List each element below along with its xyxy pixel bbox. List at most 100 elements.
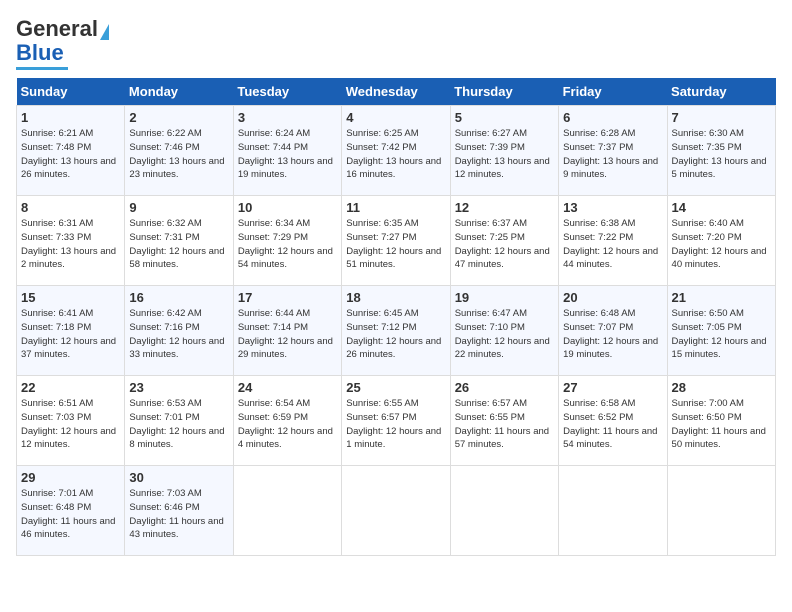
calendar-cell-9: 9 Sunrise: 6:32 AMSunset: 7:31 PMDaylight… [125,196,233,286]
day-detail: Sunrise: 6:47 AMSunset: 7:10 PMDaylight:… [455,307,554,362]
calendar-cell-13: 13 Sunrise: 6:38 AMSunset: 7:22 PMDayligh… [559,196,667,286]
day-detail: Sunrise: 6:51 AMSunset: 7:03 PMDaylight:… [21,397,120,452]
calendar-cell-28: 28 Sunrise: 7:00 AMSunset: 6:50 PMDayligh… [667,376,775,466]
day-number: 2 [129,110,228,125]
calendar-cell-22: 22 Sunrise: 6:51 AMSunset: 7:03 PMDayligh… [17,376,125,466]
day-detail: Sunrise: 7:01 AMSunset: 6:48 PMDaylight:… [21,487,120,542]
logo-triangle-icon [100,24,109,40]
day-number: 23 [129,380,228,395]
day-number: 24 [238,380,337,395]
day-number: 1 [21,110,120,125]
day-detail: Sunrise: 6:45 AMSunset: 7:12 PMDaylight:… [346,307,445,362]
calendar-cell-4: 4 Sunrise: 6:25 AMSunset: 7:42 PMDaylight… [342,106,450,196]
day-detail: Sunrise: 6:28 AMSunset: 7:37 PMDaylight:… [563,127,662,182]
day-detail: Sunrise: 6:38 AMSunset: 7:22 PMDaylight:… [563,217,662,272]
empty-cell [342,466,450,556]
day-number: 22 [21,380,120,395]
day-number: 9 [129,200,228,215]
day-number: 26 [455,380,554,395]
day-detail: Sunrise: 6:54 AMSunset: 6:59 PMDaylight:… [238,397,337,452]
day-detail: Sunrise: 6:25 AMSunset: 7:42 PMDaylight:… [346,127,445,182]
day-number: 4 [346,110,445,125]
calendar-cell-7: 7 Sunrise: 6:30 AMSunset: 7:35 PMDaylight… [667,106,775,196]
day-detail: Sunrise: 6:24 AMSunset: 7:44 PMDaylight:… [238,127,337,182]
day-number: 17 [238,290,337,305]
calendar-cell-27: 27 Sunrise: 6:58 AMSunset: 6:52 PMDayligh… [559,376,667,466]
calendar-cell-21: 21 Sunrise: 6:50 AMSunset: 7:05 PMDayligh… [667,286,775,376]
calendar-cell-15: 15 Sunrise: 6:41 AMSunset: 7:18 PMDayligh… [17,286,125,376]
calendar-cell-8: 8Sunrise: 6:31 AMSunset: 7:33 PMDaylight… [17,196,125,286]
day-number: 8 [21,200,120,215]
day-number: 16 [129,290,228,305]
empty-cell [233,466,341,556]
day-detail: Sunrise: 7:00 AMSunset: 6:50 PMDaylight:… [672,397,771,452]
col-header-wednesday: Wednesday [342,78,450,106]
day-number: 19 [455,290,554,305]
logo: General Blue [16,16,109,70]
calendar-cell-5: 5 Sunrise: 6:27 AMSunset: 7:39 PMDaylight… [450,106,558,196]
day-number: 12 [455,200,554,215]
day-number: 7 [672,110,771,125]
day-detail: Sunrise: 7:03 AMSunset: 6:46 PMDaylight:… [129,487,228,542]
day-number: 20 [563,290,662,305]
calendar-cell-29: 29 Sunrise: 7:01 AMSunset: 6:48 PMDayligh… [17,466,125,556]
day-detail: Sunrise: 6:37 AMSunset: 7:25 PMDaylight:… [455,217,554,272]
day-number: 30 [129,470,228,485]
day-number: 3 [238,110,337,125]
calendar-cell-24: 24 Sunrise: 6:54 AMSunset: 6:59 PMDayligh… [233,376,341,466]
calendar-cell-14: 14 Sunrise: 6:40 AMSunset: 7:20 PMDayligh… [667,196,775,286]
day-number: 11 [346,200,445,215]
day-number: 10 [238,200,337,215]
day-detail: Sunrise: 6:34 AMSunset: 7:29 PMDaylight:… [238,217,337,272]
day-number: 15 [21,290,120,305]
day-number: 6 [563,110,662,125]
calendar-cell-6: 6 Sunrise: 6:28 AMSunset: 7:37 PMDaylight… [559,106,667,196]
day-detail: Sunrise: 6:55 AMSunset: 6:57 PMDaylight:… [346,397,445,452]
calendar-cell-2: 2 Sunrise: 6:22 AMSunset: 7:46 PMDaylight… [125,106,233,196]
day-number: 13 [563,200,662,215]
day-detail: Sunrise: 6:21 AMSunset: 7:48 PMDaylight:… [21,127,120,182]
day-detail: Sunrise: 6:50 AMSunset: 7:05 PMDaylight:… [672,307,771,362]
empty-cell [559,466,667,556]
col-header-thursday: Thursday [450,78,558,106]
calendar-cell-1: 1 Sunrise: 6:21 AMSunset: 7:48 PMDaylight… [17,106,125,196]
calendar-cell-26: 26 Sunrise: 6:57 AMSunset: 6:55 PMDayligh… [450,376,558,466]
day-detail: Sunrise: 6:41 AMSunset: 7:18 PMDaylight:… [21,307,120,362]
empty-cell [667,466,775,556]
col-header-sunday: Sunday [17,78,125,106]
day-detail: Sunrise: 6:57 AMSunset: 6:55 PMDaylight:… [455,397,554,452]
day-number: 21 [672,290,771,305]
day-number: 28 [672,380,771,395]
day-number: 25 [346,380,445,395]
day-detail: Sunrise: 6:44 AMSunset: 7:14 PMDaylight:… [238,307,337,362]
calendar-cell-10: 10 Sunrise: 6:34 AMSunset: 7:29 PMDayligh… [233,196,341,286]
calendar-cell-16: 16 Sunrise: 6:42 AMSunset: 7:16 PMDayligh… [125,286,233,376]
day-number: 27 [563,380,662,395]
day-detail: Sunrise: 6:48 AMSunset: 7:07 PMDaylight:… [563,307,662,362]
calendar-cell-30: 30 Sunrise: 7:03 AMSunset: 6:46 PMDayligh… [125,466,233,556]
day-detail: Sunrise: 6:40 AMSunset: 7:20 PMDaylight:… [672,217,771,272]
calendar-cell-23: 23Sunrise: 6:53 AMSunset: 7:01 PMDayligh… [125,376,233,466]
calendar-cell-19: 19 Sunrise: 6:47 AMSunset: 7:10 PMDayligh… [450,286,558,376]
empty-cell [450,466,558,556]
logo-underline [16,67,68,70]
day-detail: Sunrise: 6:27 AMSunset: 7:39 PMDaylight:… [455,127,554,182]
day-detail: Sunrise: 6:22 AMSunset: 7:46 PMDaylight:… [129,127,228,182]
day-number: 29 [21,470,120,485]
day-detail: Sunrise: 6:42 AMSunset: 7:16 PMDaylight:… [129,307,228,362]
day-detail: Sunrise: 6:58 AMSunset: 6:52 PMDaylight:… [563,397,662,452]
day-number: 5 [455,110,554,125]
calendar-cell-17: 17 Sunrise: 6:44 AMSunset: 7:14 PMDayligh… [233,286,341,376]
day-number: 14 [672,200,771,215]
calendar-cell-25: 25 Sunrise: 6:55 AMSunset: 6:57 PMDayligh… [342,376,450,466]
calendar-table: SundayMondayTuesdayWednesdayThursdayFrid… [16,78,776,556]
logo-blue: Blue [16,40,64,66]
col-header-monday: Monday [125,78,233,106]
day-detail: Sunrise: 6:30 AMSunset: 7:35 PMDaylight:… [672,127,771,182]
calendar-cell-20: 20 Sunrise: 6:48 AMSunset: 7:07 PMDayligh… [559,286,667,376]
day-number: 18 [346,290,445,305]
day-detail: Sunrise: 6:32 AMSunset: 7:31 PMDaylight:… [129,217,228,272]
col-header-saturday: Saturday [667,78,775,106]
col-header-friday: Friday [559,78,667,106]
logo-general: General [16,16,98,42]
